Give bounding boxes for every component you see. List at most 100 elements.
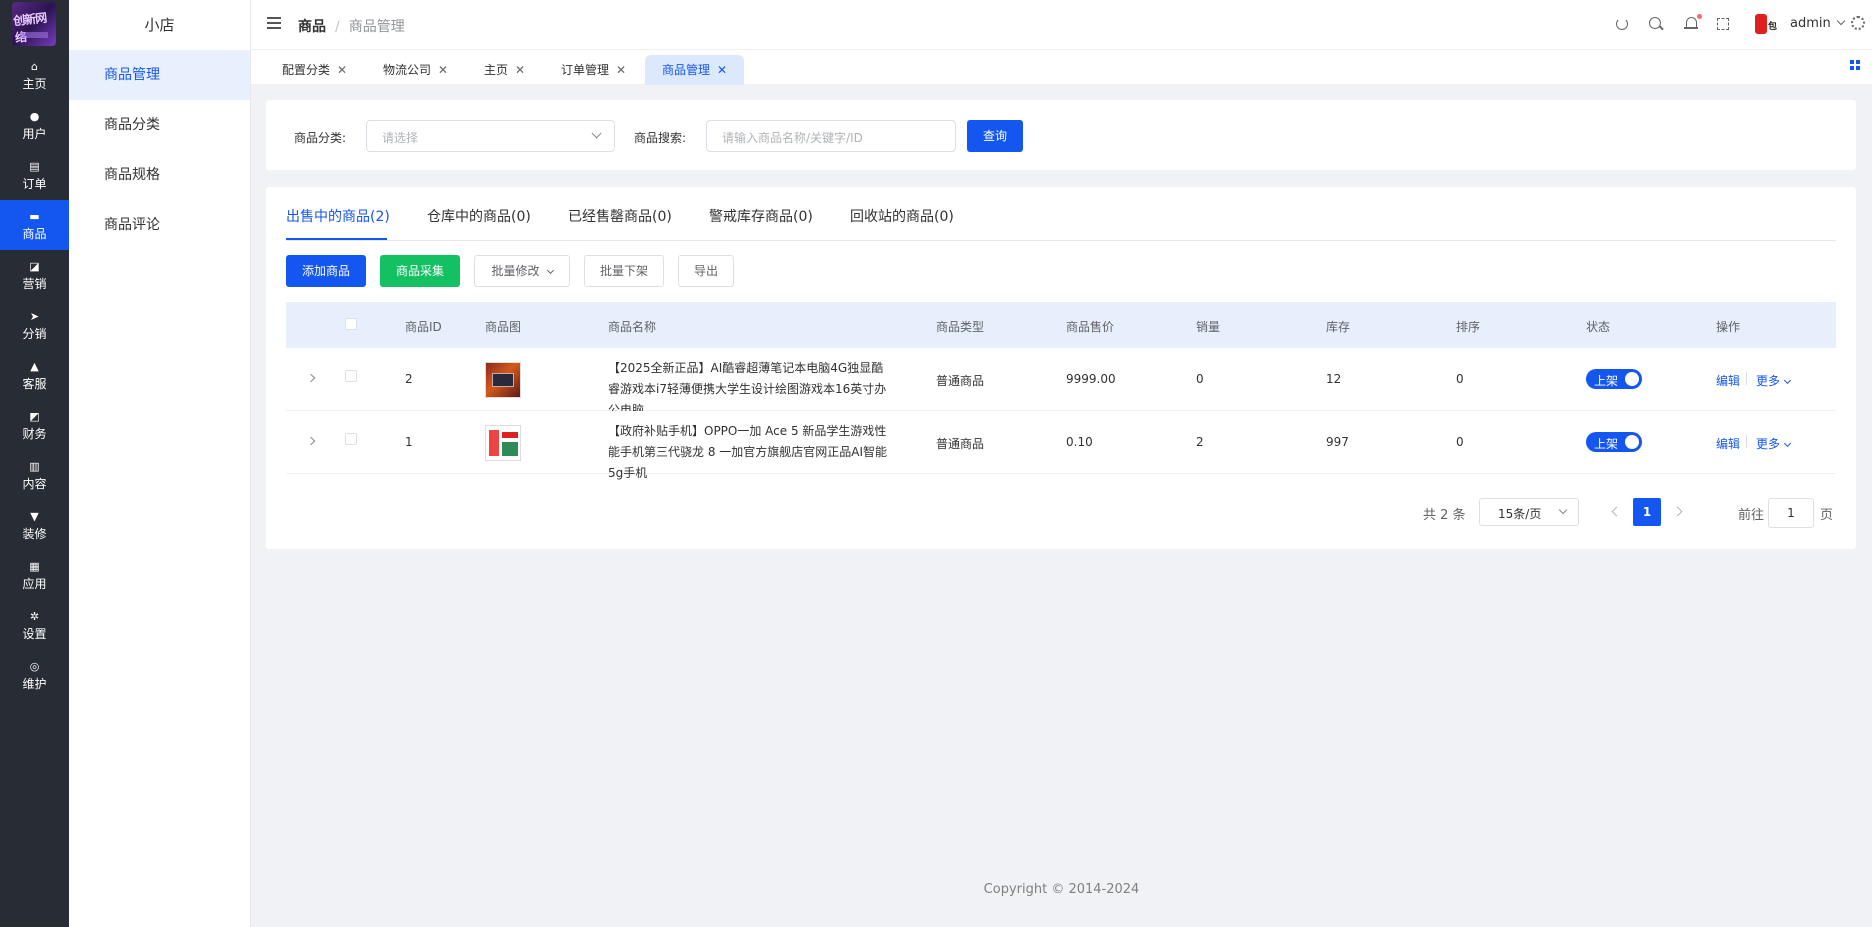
- submenu-item-goods-category[interactable]: 商品分类: [69, 100, 250, 150]
- goods-price: 0.10: [1066, 435, 1093, 449]
- user-menu[interactable]: admin: [1790, 16, 1845, 31]
- close-icon[interactable]: ✕: [438, 55, 448, 85]
- category-label: 商品分类:: [294, 131, 347, 145]
- breadcrumb-root[interactable]: 商品: [298, 19, 326, 35]
- next-page-icon[interactable]: [1672, 506, 1683, 517]
- close-icon[interactable]: ✕: [337, 55, 347, 85]
- tab-order-manage[interactable]: 订单管理 ✕: [561, 55, 626, 85]
- goto-page-input[interactable]: 1: [1768, 498, 1814, 528]
- nav-item-content[interactable]: ▥ 内容: [0, 450, 69, 500]
- goods-price: 9999.00: [1066, 372, 1116, 386]
- page-size-select[interactable]: 15条/页: [1479, 498, 1579, 526]
- goods-image[interactable]: [485, 425, 521, 461]
- nav-item-distribution[interactable]: ➤ 分销: [0, 300, 69, 350]
- tab-config-category[interactable]: 配置分类 ✕: [282, 55, 347, 85]
- tab-logistics[interactable]: 物流公司 ✕: [383, 55, 448, 85]
- tab-sold-out[interactable]: 已经售罄商品(0): [568, 206, 672, 226]
- refresh-icon[interactable]: [1616, 18, 1628, 30]
- col-header: 商品类型: [936, 320, 985, 334]
- query-button[interactable]: 查询: [967, 120, 1023, 152]
- row-checkbox[interactable]: [345, 370, 357, 382]
- avatar[interactable]: 包: [1755, 14, 1779, 36]
- col-header: 销量: [1196, 320, 1221, 334]
- goto-label: 前往: [1738, 508, 1765, 523]
- home-icon: ⌂: [31, 60, 38, 73]
- search-input[interactable]: 请输入商品名称/关键字/ID: [706, 120, 956, 152]
- more-dropdown[interactable]: 更多: [1756, 372, 1792, 389]
- status-tabs: 出售中的商品(2) 仓库中的商品(0) 已经售罄商品(0) 警戒库存商品(0) …: [286, 187, 1836, 241]
- tab-home[interactable]: 主页 ✕: [484, 55, 525, 85]
- batch-edit-label: 批量修改: [491, 264, 540, 278]
- goods-sales: 0: [1196, 372, 1204, 386]
- nav-item-decoration[interactable]: ▼ 装修: [0, 500, 69, 550]
- goods-image[interactable]: [485, 362, 521, 398]
- tab-on-sale[interactable]: 出售中的商品(2): [286, 206, 390, 226]
- submenu-item-goods-spec[interactable]: 商品规格: [69, 150, 250, 200]
- add-goods-button[interactable]: 添加商品: [286, 255, 366, 287]
- batch-offshelf-button[interactable]: 批量下架: [584, 255, 664, 287]
- search-placeholder: 请输入商品名称/关键字/ID: [722, 131, 863, 145]
- edit-link[interactable]: 编辑: [1716, 435, 1740, 452]
- nav-item-user[interactable]: ● 用户: [0, 100, 69, 150]
- col-header: 库存: [1326, 320, 1351, 334]
- chevron-right-icon[interactable]: [306, 436, 316, 446]
- nav-item-finance[interactable]: ◩ 财务: [0, 400, 69, 450]
- nav-item-service[interactable]: ▲ 客服: [0, 350, 69, 400]
- tab-recycle-bin[interactable]: 回收站的商品(0): [850, 206, 954, 226]
- content-icon: ▥: [29, 460, 40, 473]
- col-header: 商品售价: [1066, 320, 1115, 334]
- nav-item-apps[interactable]: ▦ 应用: [0, 550, 69, 600]
- menu-toggle-icon[interactable]: [267, 17, 281, 29]
- tab-goods-manage[interactable]: 商品管理 ✕: [645, 55, 745, 85]
- category-placeholder: 请选择: [382, 131, 419, 145]
- batch-edit-button[interactable]: 批量修改: [474, 255, 570, 287]
- fullscreen-icon[interactable]: [1717, 18, 1729, 30]
- marketing-icon: ◪: [29, 260, 40, 273]
- nav-label: 营销: [22, 277, 47, 291]
- close-icon[interactable]: ✕: [616, 55, 626, 85]
- tab-in-warehouse[interactable]: 仓库中的商品(0): [427, 206, 531, 226]
- status-toggle[interactable]: 上架: [1586, 369, 1642, 389]
- select-all-checkbox[interactable]: [345, 318, 357, 330]
- nav-label: 设置: [22, 627, 47, 641]
- close-icon[interactable]: ✕: [717, 55, 727, 85]
- export-button[interactable]: 导出: [678, 255, 734, 287]
- collect-goods-button[interactable]: 商品采集: [380, 255, 460, 287]
- service-icon: ▲: [30, 360, 39, 373]
- goods-type: 普通商品: [936, 374, 985, 388]
- chevron-right-icon[interactable]: [306, 373, 316, 383]
- tab-low-stock[interactable]: 警戒库存商品(0): [709, 206, 813, 226]
- brand-logo[interactable]: 创新网络: [12, 2, 56, 46]
- row-checkbox[interactable]: [345, 433, 357, 445]
- tab-label: 订单管理: [561, 63, 610, 77]
- page-number[interactable]: 1: [1633, 498, 1661, 526]
- nav-item-marketing[interactable]: ◪ 营销: [0, 250, 69, 300]
- secondary-menu: 小店 商品管理 商品分类 商品规格 商品评论: [69, 0, 251, 927]
- goods-type: 普通商品: [936, 437, 985, 451]
- category-select[interactable]: 请选择: [366, 120, 615, 152]
- prev-page-icon[interactable]: [1611, 506, 1622, 517]
- nav-item-order[interactable]: ▤ 订单: [0, 150, 69, 200]
- nav-item-settings[interactable]: ✲ 设置: [0, 600, 69, 650]
- search-icon[interactable]: [1649, 17, 1665, 33]
- tab-label: 配置分类: [282, 63, 331, 77]
- goods-stock: 12: [1326, 372, 1342, 386]
- col-header: 商品ID: [405, 320, 442, 334]
- submenu-item-goods-manage[interactable]: 商品管理: [69, 50, 250, 100]
- gear-icon[interactable]: [1851, 16, 1865, 30]
- chevron-down-icon: [1783, 439, 1792, 448]
- nav-label: 商品: [22, 227, 47, 241]
- more-dropdown[interactable]: 更多: [1756, 435, 1792, 452]
- tab-menu-grid-icon[interactable]: [1850, 60, 1860, 70]
- submenu-item-goods-review[interactable]: 商品评论: [69, 200, 250, 250]
- user-name: admin: [1790, 16, 1831, 31]
- close-icon[interactable]: ✕: [515, 55, 525, 85]
- nav-item-maintenance[interactable]: ◎ 维护: [0, 650, 69, 700]
- edit-link[interactable]: 编辑: [1716, 372, 1740, 389]
- tab-label: 物流公司: [383, 63, 432, 77]
- nav-label: 装修: [22, 527, 47, 541]
- main-nav-rail: 创新网络 ⌂ 主页 ● 用户 ▤ 订单 ▬ 商品 ◪ 营销 ➤ 分销 ▲ 客服 …: [0, 0, 69, 927]
- status-toggle[interactable]: 上架: [1586, 432, 1642, 452]
- nav-item-goods[interactable]: ▬ 商品: [0, 200, 69, 250]
- nav-item-home[interactable]: ⌂ 主页: [0, 50, 69, 100]
